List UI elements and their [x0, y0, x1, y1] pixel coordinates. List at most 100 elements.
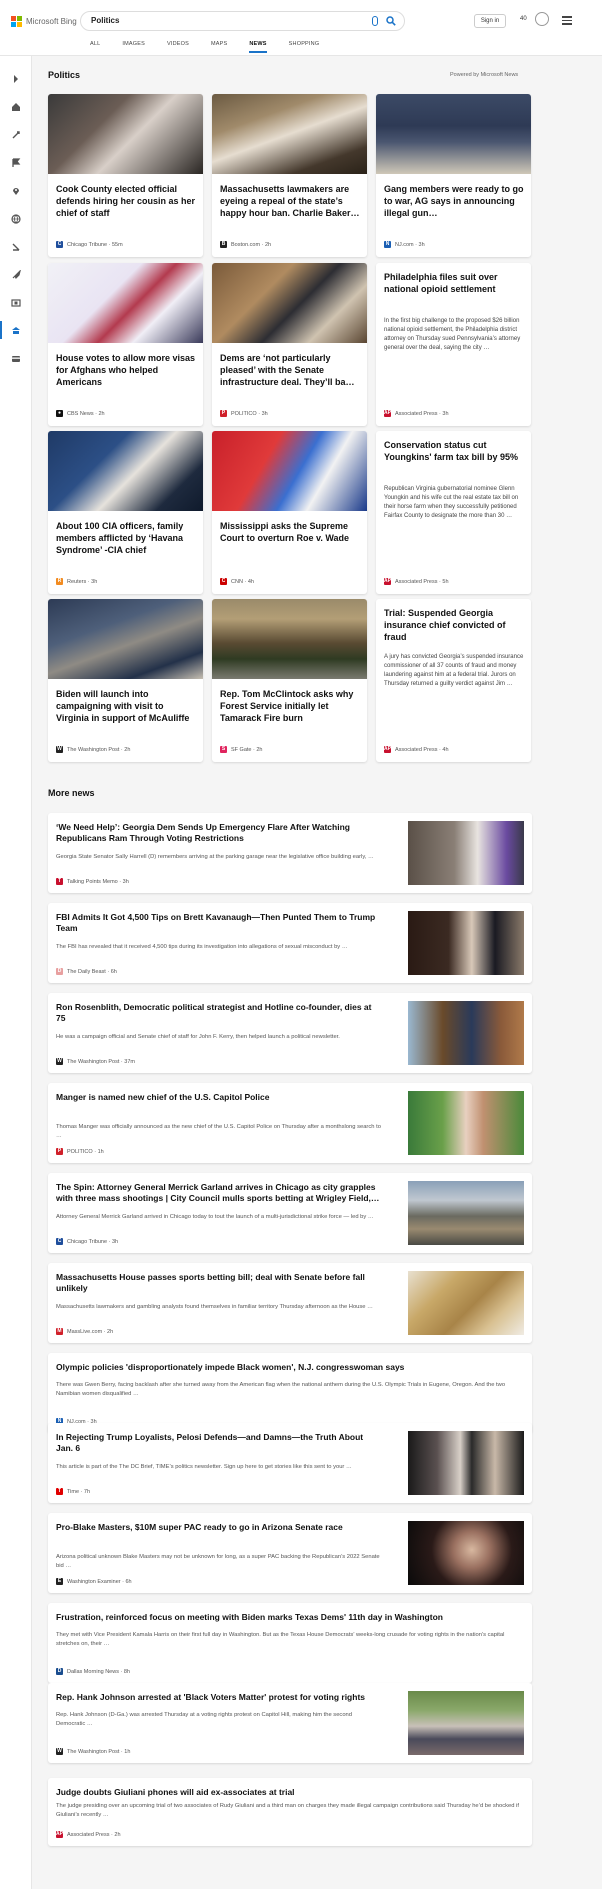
news-thumbnail[interactable] [408, 1181, 524, 1245]
item-title[interactable]: FBI Admits It Got 4,500 Tips on Brett Ka… [56, 912, 381, 934]
tab-images[interactable]: IMAGES [122, 41, 145, 53]
microphone-icon[interactable] [372, 16, 378, 26]
bank-icon[interactable] [11, 323, 21, 334]
item-title[interactable]: In Rejecting Trump Loyalists, Pelosi Def… [56, 1432, 381, 1454]
hamburger-menu-icon[interactable] [562, 16, 572, 27]
tab-shopping[interactable]: SHOPPING [289, 41, 320, 53]
item-title[interactable]: Frustration, reinforced focus on meeting… [56, 1612, 521, 1623]
news-thumbnail[interactable] [48, 599, 203, 679]
item-title[interactable]: Olympic policies 'disproportionately imp… [56, 1362, 521, 1373]
more-news-item[interactable]: Pro-Blake Masters, $10M super PAC ready … [48, 1513, 532, 1593]
item-title[interactable]: Manger is named new chief of the U.S. Ca… [56, 1092, 381, 1103]
news-card[interactable]: Dems are ‘not particularly pleased’ with… [212, 263, 367, 426]
item-title[interactable]: The Spin: Attorney General Merrick Garla… [56, 1182, 381, 1204]
sparkle-icon[interactable] [11, 127, 21, 139]
card-title[interactable]: Mississippi asks the Supreme Court to ov… [220, 520, 360, 544]
card-title[interactable]: Conservation status cut Youngkins' farm … [384, 439, 524, 463]
news-thumbnail[interactable] [408, 1691, 524, 1755]
search-input[interactable]: Politics [91, 16, 119, 25]
card-source: W The Washington Post · 2h [56, 746, 131, 753]
more-news-item[interactable]: Frustration, reinforced focus on meeting… [48, 1603, 532, 1683]
source-logo-icon: N [384, 241, 391, 248]
news-thumbnail[interactable] [48, 94, 203, 174]
news-thumbnail[interactable] [48, 431, 203, 511]
location-pin-icon[interactable] [11, 183, 21, 195]
home-icon[interactable] [11, 99, 21, 111]
item-title[interactable]: Pro-Blake Masters, $10M super PAC ready … [56, 1522, 381, 1533]
card-title[interactable]: Gang members were ready to go to war, AG… [384, 183, 524, 219]
news-thumbnail[interactable] [212, 599, 367, 679]
powered-by-label[interactable]: Powered by Microsoft News [450, 72, 518, 78]
card-title[interactable]: Trial: Suspended Georgia insurance chief… [384, 607, 524, 643]
card-title[interactable]: House votes to allow more visas for Afgh… [56, 352, 196, 388]
card-title[interactable]: Massachusetts lawmakers are eyeing a rep… [220, 183, 360, 219]
more-news-item[interactable]: In Rejecting Trump Loyalists, Pelosi Def… [48, 1423, 532, 1503]
news-card[interactable]: Trial: Suspended Georgia insurance chief… [376, 599, 531, 762]
item-title[interactable]: Massachusetts House passes sports bettin… [56, 1272, 381, 1294]
more-news-item[interactable]: The Spin: Attorney General Merrick Garla… [48, 1173, 532, 1253]
news-thumbnail[interactable] [408, 821, 524, 885]
news-card[interactable]: Conservation status cut Youngkins' farm … [376, 431, 531, 594]
news-card[interactable]: Rep. Tom McClintock asks why Forest Serv… [212, 599, 367, 762]
news-thumbnail[interactable] [212, 431, 367, 511]
item-title[interactable]: Judge doubts Giuliani phones will aid ex… [56, 1787, 521, 1798]
news-thumbnail[interactable] [408, 1001, 524, 1065]
news-thumbnail[interactable] [212, 94, 367, 174]
card-title[interactable]: Dems are ‘not particularly pleased’ with… [220, 352, 360, 388]
more-news-item[interactable]: Ron Rosenblith, Democratic political str… [48, 993, 532, 1073]
card-title[interactable]: Rep. Tom McClintock asks why Forest Serv… [220, 688, 360, 724]
search-box[interactable]: Politics [80, 11, 405, 31]
more-news-item[interactable]: Olympic policies 'disproportionately imp… [48, 1353, 532, 1433]
item-snippet: The judge presiding over an upcoming tri… [56, 1803, 519, 1818]
item-source: P POLITICO · 1h [56, 1148, 104, 1155]
more-news-item[interactable]: Manger is named new chief of the U.S. Ca… [48, 1083, 532, 1163]
time-ago: 3h [91, 578, 98, 585]
rewards-points[interactable]: 40 [520, 16, 527, 22]
news-thumbnail[interactable] [48, 263, 203, 343]
news-thumbnail[interactable] [212, 263, 367, 343]
news-card[interactable]: Philadelphia files suit over national op… [376, 263, 531, 426]
news-card[interactable]: Cook County elected official defends hir… [48, 94, 203, 257]
more-news-item[interactable]: Rep. Hank Johnson arrested at 'Black Vot… [48, 1683, 532, 1763]
flag-icon[interactable] [11, 155, 21, 167]
pencil-ruler-icon[interactable] [11, 239, 21, 251]
news-card[interactable]: About 100 CIA officers, family members a… [48, 431, 203, 594]
rocket-icon[interactable] [11, 267, 22, 280]
card-title[interactable]: Cook County elected official defends hir… [56, 183, 196, 219]
news-thumbnail[interactable] [408, 911, 524, 975]
news-card[interactable]: Massachusetts lawmakers are eyeing a rep… [212, 94, 367, 257]
card-title[interactable]: Biden will launch into campaigning with … [56, 688, 196, 724]
tab-maps[interactable]: MAPS [211, 41, 227, 53]
news-thumbnail[interactable] [408, 1521, 524, 1585]
news-thumbnail[interactable] [408, 1091, 524, 1155]
sign-in-button[interactable]: Sign in [474, 14, 506, 28]
news-thumbnail[interactable] [408, 1271, 524, 1335]
news-card[interactable]: Gang members were ready to go to war, AG… [376, 94, 531, 257]
news-thumbnail[interactable] [408, 1431, 524, 1495]
tab-videos[interactable]: VIDEOS [167, 41, 189, 53]
news-thumbnail[interactable] [376, 94, 531, 174]
source-name: CNN [231, 578, 243, 585]
more-news-item[interactable]: Judge doubts Giuliani phones will aid ex… [48, 1778, 532, 1846]
more-news-item[interactable]: ‘We Need Help’: Georgia Dem Sends Up Eme… [48, 813, 532, 893]
news-card[interactable]: Biden will launch into campaigning with … [48, 599, 203, 762]
film-icon[interactable] [11, 295, 21, 307]
news-card[interactable]: House votes to allow more visas for Afgh… [48, 263, 203, 426]
tab-all[interactable]: ALL [90, 41, 100, 53]
item-title[interactable]: Rep. Hank Johnson arrested at 'Black Vot… [56, 1692, 381, 1703]
news-card[interactable]: Mississippi asks the Supreme Court to ov… [212, 431, 367, 594]
item-title[interactable]: ‘We Need Help’: Georgia Dem Sends Up Eme… [56, 822, 381, 844]
globe-icon[interactable] [11, 211, 21, 224]
card-title[interactable]: Philadelphia files suit over national op… [384, 271, 524, 295]
chevron-right-icon[interactable] [11, 71, 21, 83]
card-title[interactable]: About 100 CIA officers, family members a… [56, 520, 196, 556]
more-news-item[interactable]: Massachusetts House passes sports bettin… [48, 1263, 532, 1343]
tab-news[interactable]: NEWS [249, 41, 267, 53]
bing-logo[interactable]: Microsoft Bing [11, 15, 77, 27]
rewards-medal-icon[interactable] [535, 12, 549, 26]
item-title[interactable]: Ron Rosenblith, Democratic political str… [56, 1002, 381, 1024]
credit-card-icon[interactable] [11, 351, 21, 362]
card-source: S SF Gate · 2h [220, 746, 263, 753]
more-news-item[interactable]: FBI Admits It Got 4,500 Tips on Brett Ka… [48, 903, 532, 983]
search-icon[interactable] [386, 16, 396, 26]
